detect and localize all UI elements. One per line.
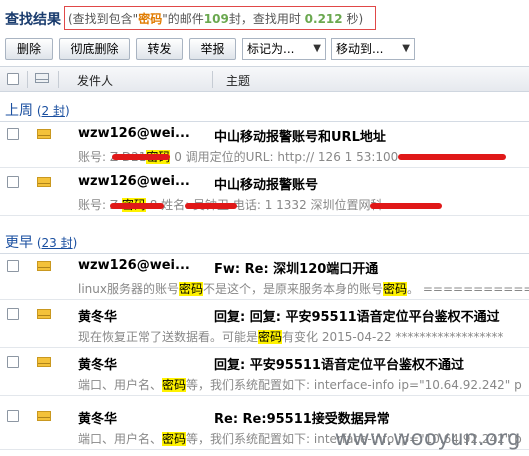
redaction-mark — [398, 154, 506, 160]
unread-envelope-icon — [37, 411, 51, 421]
move-to-label: 移动到... — [336, 42, 384, 56]
group-count-link[interactable]: 23 封 — [42, 236, 73, 250]
unread-envelope-icon — [37, 129, 51, 139]
mail-subject[interactable]: 中山移动报警账号和URL地址 — [214, 126, 386, 145]
search-summary-prefix: (查找到包含" — [68, 12, 139, 26]
select-all-checkbox[interactable] — [7, 73, 19, 85]
row-checkbox[interactable] — [7, 260, 19, 272]
group-label: 上周 (2 封) — [5, 103, 70, 119]
redaction-mark — [110, 203, 164, 209]
mark-as-label: 标记为... — [247, 42, 295, 56]
redaction-mark — [185, 203, 237, 209]
group-last-week: 上周 (2 封) — [0, 96, 529, 122]
mail-preview: 现在恢复正常了送数据看。可能是密码有变化 2015-04-22 ********… — [78, 330, 504, 344]
mail-subject[interactable]: Re: Re:95511接受数据异常 — [214, 408, 390, 427]
mail-row[interactable]: 黄冬华 回复: 回复: 平安95511语音定位平台鉴权不通过 现在恢复正常了送数… — [0, 302, 529, 348]
chevron-down-icon: ▼ — [402, 43, 410, 54]
search-summary-suffix: 秒) — [346, 12, 364, 26]
forward-button[interactable]: 转发 — [136, 38, 183, 60]
mail-subject[interactable]: Fw: Re: 深圳120端口开通 — [214, 258, 378, 277]
sender-name[interactable]: wzw126@wei... — [78, 126, 190, 141]
delete-button[interactable]: 删除 — [5, 38, 53, 60]
column-divider — [58, 71, 59, 88]
read-status-column-icon[interactable] — [35, 73, 49, 83]
unread-envelope-icon — [37, 177, 51, 187]
sender-name[interactable]: wzw126@wei... — [78, 174, 190, 189]
toolbar: 删除 彻底删除 转发 举报 标记为... ▼ 移动到... ▼ — [0, 36, 529, 66]
search-keyword: 密码 — [138, 12, 163, 26]
page-title: 查找结果 — [5, 12, 61, 28]
group-label: 更早 (23 封) — [5, 235, 78, 251]
mail-subject[interactable]: 中山移动报警账号 — [214, 174, 318, 193]
mail-preview: linux服务器的账号密码不是这个，是原来服务本身的账号密码。 ========… — [78, 282, 529, 296]
row-checkbox[interactable] — [7, 176, 19, 188]
row-checkbox[interactable] — [7, 356, 19, 368]
move-to-dropdown[interactable]: 移动到... ▼ — [331, 38, 415, 60]
row-checkbox[interactable] — [7, 308, 19, 320]
unread-envelope-icon — [37, 261, 51, 271]
search-summary: (查找到包含"密码"的邮件109封，查找用时 0.212 秒) — [64, 6, 376, 30]
mail-preview: 端口、用户名、密码等，我们系统配置如下: interface-info ip="… — [78, 378, 522, 392]
mail-row[interactable]: 黄冬华 回复: 平安95511语音定位平台鉴权不通过 端口、用户名、密码等，我们… — [0, 350, 529, 396]
sender-name[interactable]: 黄冬华 — [78, 306, 117, 325]
results-header: 查找结果 (查找到包含"密码"的邮件109封，查找用时 0.212 秒) — [0, 0, 529, 36]
column-divider — [27, 71, 28, 88]
mail-subject[interactable]: 回复: 平安95511语音定位平台鉴权不通过 — [214, 354, 464, 373]
mail-row[interactable]: wzw126@wei... 中山移动报警账号 账号: Z 密码 8 姓名: 吴钟… — [0, 170, 529, 216]
watermark: www.wooyun.org — [334, 426, 521, 450]
row-checkbox[interactable] — [7, 410, 19, 422]
group-earlier: 更早 (23 封) — [0, 228, 529, 254]
delete-permanently-button[interactable]: 彻底删除 — [59, 38, 130, 60]
redaction-mark — [112, 154, 170, 160]
mail-subject[interactable]: 回复: 回复: 平安95511语音定位平台鉴权不通过 — [214, 306, 500, 325]
unread-envelope-icon — [37, 309, 51, 319]
sender-name[interactable]: 黄冬华 — [78, 408, 117, 427]
chevron-down-icon: ▼ — [313, 43, 321, 54]
search-time: 0.212 — [304, 12, 343, 26]
redaction-mark — [370, 203, 442, 209]
unread-envelope-icon — [37, 357, 51, 367]
column-header: 发件人 主题 — [0, 66, 529, 92]
report-spam-button[interactable]: 举报 — [189, 38, 236, 60]
sender-name[interactable]: 黄冬华 — [78, 354, 117, 373]
mail-row[interactable]: wzw126@wei... 中山移动报警账号和URL地址 账号: Z D21密码… — [0, 122, 529, 168]
column-divider — [212, 71, 213, 88]
subject-column-header[interactable]: 主题 — [226, 72, 250, 89]
group-count-link[interactable]: 2 封 — [42, 104, 65, 118]
search-summary-mid: "的邮件 — [162, 12, 204, 26]
mail-row[interactable]: wzw126@wei... Fw: Re: 深圳120端口开通 linux服务器… — [0, 254, 529, 300]
sender-column-header[interactable]: 发件人 — [77, 72, 113, 89]
sender-name[interactable]: wzw126@wei... — [78, 258, 190, 273]
row-checkbox[interactable] — [7, 128, 19, 140]
mark-as-dropdown[interactable]: 标记为... ▼ — [242, 38, 326, 60]
search-summary-mid2: 封，查找用时 — [228, 12, 301, 26]
result-count: 109 — [203, 12, 229, 26]
